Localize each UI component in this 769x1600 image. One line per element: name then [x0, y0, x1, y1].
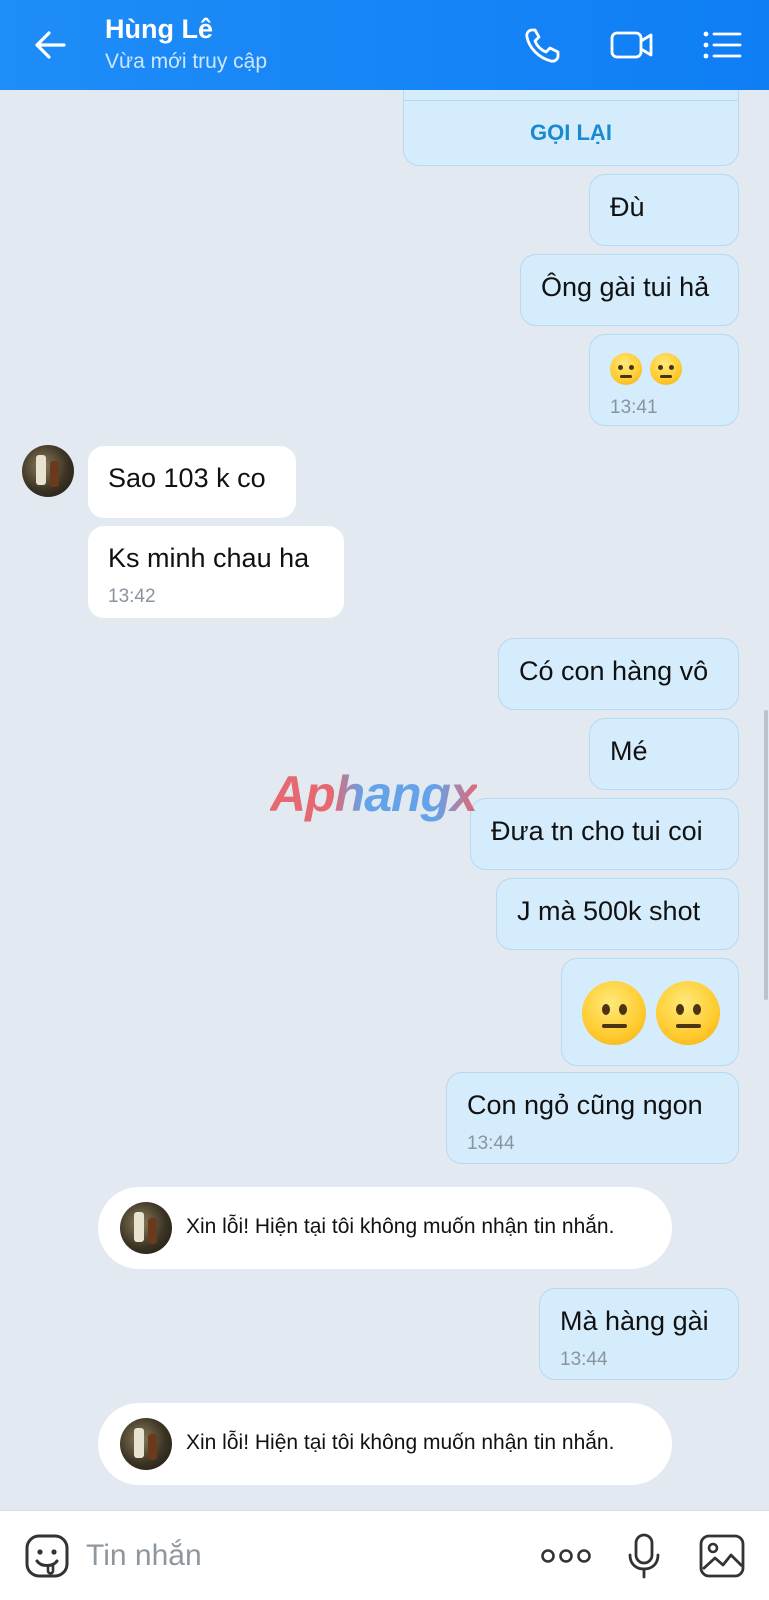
- neutral-face-emoji-icon: [655, 981, 720, 1045]
- message-bubble-outgoing[interactable]: J mà 500k shot: [496, 878, 739, 950]
- phone-icon[interactable]: [520, 22, 568, 68]
- contact-name[interactable]: Hùng Lê: [105, 14, 213, 45]
- message-time: 13:44: [560, 1349, 608, 1370]
- auto-reply-notice: Xin lỗi! Hiện tại tôi không muốn nhận ti…: [98, 1403, 672, 1485]
- back-arrow-icon[interactable]: [30, 24, 72, 66]
- scrollbar[interactable]: [764, 710, 768, 1000]
- message-text: Đưa tn cho tui coi: [491, 816, 703, 846]
- menu-icon[interactable]: [700, 22, 748, 68]
- message-time: 13:44: [467, 1133, 515, 1154]
- microphone-icon[interactable]: [626, 1531, 662, 1581]
- contact-avatar[interactable]: [120, 1418, 172, 1470]
- message-bubble-outgoing[interactable]: [561, 958, 739, 1066]
- chat-header: Hùng Lê Vừa mới truy cập: [0, 0, 769, 90]
- message-bubble-outgoing[interactable]: Đù: [589, 174, 739, 246]
- message-text: Con ngỏ cũng ngon: [467, 1090, 703, 1120]
- message-bubble-incoming[interactable]: Ks minh chau ha 13:42: [88, 526, 344, 618]
- message-text: Có con hàng vô: [519, 656, 709, 686]
- message-bubble-outgoing[interactable]: 13:41: [589, 334, 739, 426]
- message-text: J mà 500k shot: [517, 896, 701, 926]
- auto-reply-text: Xin lỗi! Hiện tại tôi không muốn nhận ti…: [186, 1431, 615, 1454]
- raised-eyebrow-emoji-icon: [649, 352, 682, 385]
- message-time: 13:42: [108, 586, 156, 607]
- message-bubble-outgoing[interactable]: Đưa tn cho tui coi: [470, 798, 739, 870]
- raised-eyebrow-emoji-icon: [610, 352, 642, 385]
- contact-status: Vừa mới truy cập: [105, 50, 268, 73]
- contact-avatar[interactable]: [22, 445, 74, 497]
- message-bubble-outgoing[interactable]: Có con hàng vô: [498, 638, 739, 710]
- message-text: Sao 103 k co: [108, 463, 266, 493]
- sticker-icon[interactable]: [24, 1533, 70, 1579]
- video-call-icon[interactable]: [608, 22, 656, 68]
- message-bubble-outgoing[interactable]: Mé: [589, 718, 739, 790]
- message-bubble-outgoing[interactable]: Mà hàng gài 13:44: [539, 1288, 739, 1380]
- call-back-button[interactable]: GỌI LẠI: [404, 120, 738, 146]
- message-composer: [0, 1510, 769, 1600]
- message-text: Mé: [610, 736, 648, 766]
- gallery-icon[interactable]: [698, 1531, 746, 1581]
- message-time: 13:41: [610, 397, 658, 418]
- message-input[interactable]: [86, 1535, 506, 1577]
- auto-reply-notice: Xin lỗi! Hiện tại tôi không muốn nhận ti…: [98, 1187, 672, 1269]
- contact-avatar[interactable]: [120, 1202, 172, 1254]
- message-text: Mà hàng gài: [560, 1306, 709, 1336]
- message-bubble-incoming[interactable]: Sao 103 k co: [88, 446, 296, 518]
- more-icon[interactable]: [540, 1531, 592, 1581]
- message-bubble-outgoing[interactable]: Ông gài tui hả: [520, 254, 739, 326]
- message-text: Đù: [610, 192, 645, 222]
- message-text: Ông gài tui hả: [541, 272, 710, 302]
- message-bubble-outgoing[interactable]: Con ngỏ cũng ngon 13:44: [446, 1072, 739, 1164]
- message-text: Ks minh chau ha: [108, 543, 310, 573]
- auto-reply-text: Xin lỗi! Hiện tại tôi không muốn nhận ti…: [186, 1215, 615, 1238]
- watermark-logo: Aphangx: [270, 766, 478, 822]
- neutral-face-emoji-icon: [582, 981, 646, 1045]
- call-back-card: GỌI LẠI: [403, 90, 739, 166]
